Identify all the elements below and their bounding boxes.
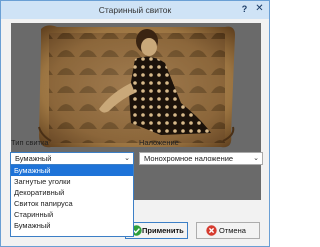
window-title: Старинный свиток	[98, 5, 172, 15]
title-bar: Старинный свиток ? ✕	[1, 1, 269, 19]
dropdown-option[interactable]: Свиток папируса	[11, 198, 133, 209]
dropdown-option[interactable]: Старинный	[11, 209, 133, 220]
cancel-button[interactable]: Отмена	[196, 222, 260, 239]
close-icon[interactable]: ✕	[253, 4, 266, 15]
cancel-label: Отмена	[219, 226, 246, 235]
apply-button[interactable]: Применить	[125, 222, 188, 239]
overlay-select[interactable]: Монохромное наложение ⌄	[139, 152, 263, 165]
dropdown-option[interactable]: Бумажный	[11, 220, 133, 231]
dropdown-option[interactable]: Бумажный	[11, 165, 133, 176]
dropdown-option[interactable]: Загнутые уголки	[11, 176, 133, 187]
scroll-type-label: Тип свитка	[11, 138, 49, 147]
overlay-value: Монохромное наложение	[144, 154, 234, 163]
apply-label: Применить	[142, 226, 184, 235]
scroll-type-dropdown: Бумажный Загнутые уголки Декоративный Св…	[10, 164, 134, 237]
cancel-icon	[206, 225, 217, 236]
scroll-type-value: Бумажный	[15, 154, 52, 163]
chevron-down-icon: ⌄	[124, 155, 130, 162]
dialog-window: Старинный свиток ? ✕ Тип свитка Наложени…	[0, 0, 270, 247]
overlay-label: Наложение	[139, 138, 179, 147]
help-icon[interactable]: ?	[238, 4, 251, 15]
chevron-down-icon: ⌄	[253, 155, 259, 162]
dropdown-option[interactable]: Декоративный	[11, 187, 133, 198]
